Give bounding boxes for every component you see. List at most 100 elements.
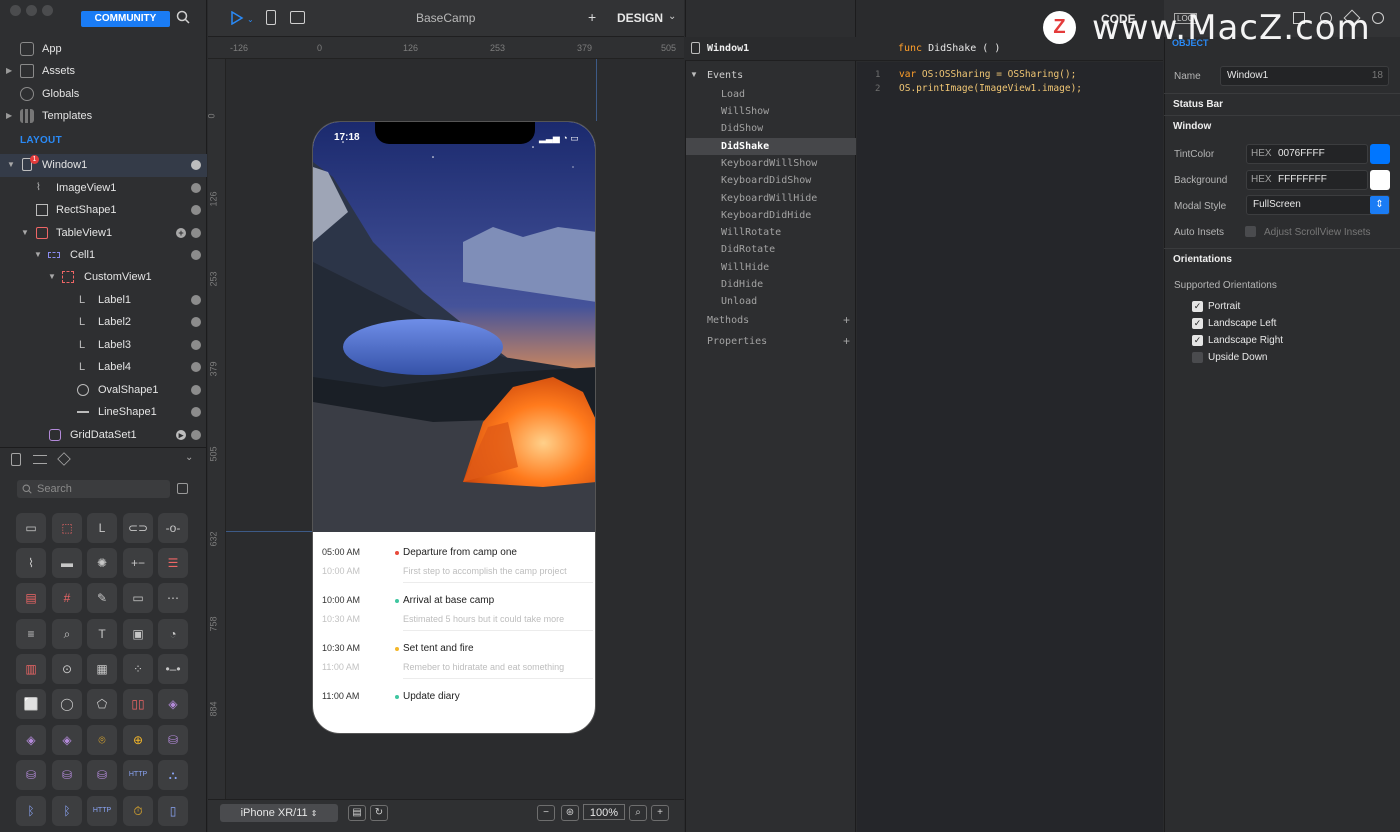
disclosure-triangle-icon[interactable]: ▶ (6, 105, 12, 127)
design-mode-button[interactable]: DESIGN (617, 11, 663, 25)
disclosure-triangle-icon[interactable]: ▼ (21, 222, 29, 244)
database-3-component-icon[interactable]: ⛁ (52, 760, 82, 790)
tree-item-ovalshape1[interactable]: OvalShape1 (0, 379, 207, 402)
visibility-toggle-icon[interactable] (191, 205, 201, 215)
disclosure-triangle-icon[interactable]: ▼ (690, 70, 698, 79)
event-unload[interactable]: Unload (686, 293, 856, 310)
code-line[interactable]: var OS:OSSharing = OSSharing(); (899, 69, 1076, 80)
visibility-toggle-icon[interactable] (191, 183, 201, 193)
http-component-icon[interactable]: HTTP (123, 760, 153, 790)
device-library-icon[interactable] (11, 453, 21, 466)
landscape-right-checkbox[interactable]: ✓ (1192, 335, 1203, 346)
spinner-component-icon[interactable]: ✺ (87, 548, 117, 578)
disclosure-triangle-icon[interactable]: ▼ (34, 244, 42, 266)
event-willrotate[interactable]: WillRotate (686, 224, 856, 241)
portrait-checkbox[interactable]: ✓ (1192, 301, 1203, 312)
event-keyboarddidhide[interactable]: KeyboardDidHide (686, 207, 856, 224)
landscape-left-checkbox[interactable]: ✓ (1192, 318, 1203, 329)
link-component-icon[interactable]: ⊂⊃ (123, 513, 153, 543)
timer-component-icon[interactable]: ⏱ (123, 796, 153, 826)
visibility-toggle-icon[interactable] (191, 362, 201, 372)
chevron-down-icon[interactable]: ⌄ (185, 452, 193, 463)
zoom-level[interactable]: 100% (583, 804, 625, 820)
text-block-component-icon[interactable]: ≡ (16, 619, 46, 649)
upside-down-checkbox[interactable] (1192, 352, 1203, 363)
database-2-component-icon[interactable]: ⛁ (16, 760, 46, 790)
device-selector[interactable]: iPhone XR/11 ⇕ (220, 804, 338, 822)
refresh-button[interactable]: ↻ (370, 805, 388, 821)
device-component-icon[interactable]: ▯ (158, 796, 188, 826)
button-component-icon[interactable]: ▭ (16, 513, 46, 543)
window-section[interactable]: Window (1164, 115, 1400, 137)
stack-component-icon[interactable]: ☰ (158, 548, 188, 578)
tint-swatch[interactable] (1370, 144, 1390, 164)
event-didshow[interactable]: DidShow (686, 120, 856, 137)
nav-item-assets[interactable]: ▶ Assets (0, 60, 207, 82)
separator-component-icon[interactable]: ⋯ (158, 583, 188, 613)
add-property-icon[interactable]: + (843, 334, 850, 348)
tree-item-label4[interactable]: L Label4 (0, 356, 207, 379)
media-component-icon[interactable]: ▦ (87, 654, 117, 684)
segment-component-icon[interactable]: ▭ (123, 583, 153, 613)
play-icon[interactable]: ▸ (176, 430, 186, 440)
play-icon[interactable]: ⌄ (230, 11, 254, 25)
disclosure-triangle-icon[interactable]: ▶ (6, 60, 12, 82)
event-keyboardwillhide[interactable]: KeyboardWillHide (686, 190, 856, 207)
tree-item-griddataset1[interactable]: GridDataSet1 ▸ (0, 424, 207, 447)
view-component-icon[interactable]: ⬚ (52, 513, 82, 543)
add-child-icon[interactable] (191, 160, 201, 170)
background-swatch[interactable] (1370, 170, 1390, 190)
search-component-icon[interactable]: ⌕ (52, 619, 82, 649)
webview-component-icon[interactable]: ▣ (123, 619, 153, 649)
tree-item-label2[interactable]: L Label2 (0, 311, 207, 334)
text-component-icon[interactable]: T (87, 619, 117, 649)
tree-item-imageview1[interactable]: ⌇ ImageView1 (0, 177, 207, 200)
settings-icon[interactable] (1372, 12, 1384, 24)
network-component-icon[interactable]: ⛬ (158, 760, 188, 790)
library-search-input[interactable]: Search (17, 480, 170, 498)
minimize-window-button[interactable] (26, 5, 37, 16)
event-didshake[interactable]: DidShake (686, 138, 856, 155)
bluetooth-2-component-icon[interactable]: ᛒ (52, 796, 82, 826)
event-keyboardwillshow[interactable]: KeyboardWillShow (686, 155, 856, 172)
visibility-toggle-icon[interactable] (191, 340, 201, 350)
window-controls[interactable] (10, 5, 58, 19)
polygon-component-icon[interactable]: ⬠ (87, 689, 117, 719)
line-component-icon[interactable]: •–• (158, 654, 188, 684)
zoom-in-button[interactable]: + (651, 805, 669, 821)
label-component-icon[interactable]: L (87, 513, 117, 543)
event-keyboarddidshow[interactable]: KeyboardDidShow (686, 172, 856, 189)
disclosure-triangle-icon[interactable]: ▼ (48, 266, 56, 288)
chart-component-icon[interactable]: ◔ (158, 619, 188, 649)
components-library-icon[interactable] (33, 455, 47, 464)
search-icon[interactable] (176, 10, 190, 24)
add-icon[interactable]: + (176, 228, 186, 238)
dataset-alt-component-icon[interactable]: ◈ (52, 725, 82, 755)
table-component-icon[interactable]: ▤ (16, 583, 46, 613)
scatter-component-icon[interactable]: ⁘ (123, 654, 153, 684)
event-willshow[interactable]: WillShow (686, 103, 856, 120)
visibility-toggle-icon[interactable] (191, 295, 201, 305)
zoom-search-button[interactable]: ⌕ (629, 805, 647, 821)
close-window-button[interactable] (10, 5, 21, 16)
visibility-toggle-icon[interactable] (191, 385, 201, 395)
status-bar-section[interactable]: Status Bar (1164, 93, 1400, 115)
tree-item-cell1[interactable]: ▼ Cell1 (0, 244, 207, 267)
map-pin-component-icon[interactable]: ⌾ (87, 725, 117, 755)
tree-item-label3[interactable]: L Label3 (0, 334, 207, 357)
phone-preview-icon[interactable] (266, 10, 276, 25)
calendar-icon[interactable] (290, 11, 305, 24)
background-color-field[interactable]: HEX FFFFFFFF (1246, 170, 1368, 190)
event-load[interactable]: Load (686, 86, 856, 103)
zoom-fit-button[interactable]: ⊛ (561, 805, 579, 821)
database-component-icon[interactable]: ⛁ (158, 725, 188, 755)
device-preview[interactable]: 17:18 ▂▃▅ ◔ ▭ 05:00 AM Departure from ca… (312, 121, 596, 734)
columns-component-icon[interactable]: ▯▯ (123, 689, 153, 719)
list-view-icon[interactable] (177, 483, 188, 494)
nav-item-templates[interactable]: ▶ Templates (0, 105, 207, 127)
grid-component-icon[interactable]: # (52, 583, 82, 613)
pen-component-icon[interactable]: ✎ (87, 583, 117, 613)
bluetooth-component-icon[interactable]: ᛒ (16, 796, 46, 826)
auto-insets-checkbox[interactable] (1245, 226, 1256, 237)
tree-item-lineshape1[interactable]: LineShape1 (0, 401, 207, 424)
